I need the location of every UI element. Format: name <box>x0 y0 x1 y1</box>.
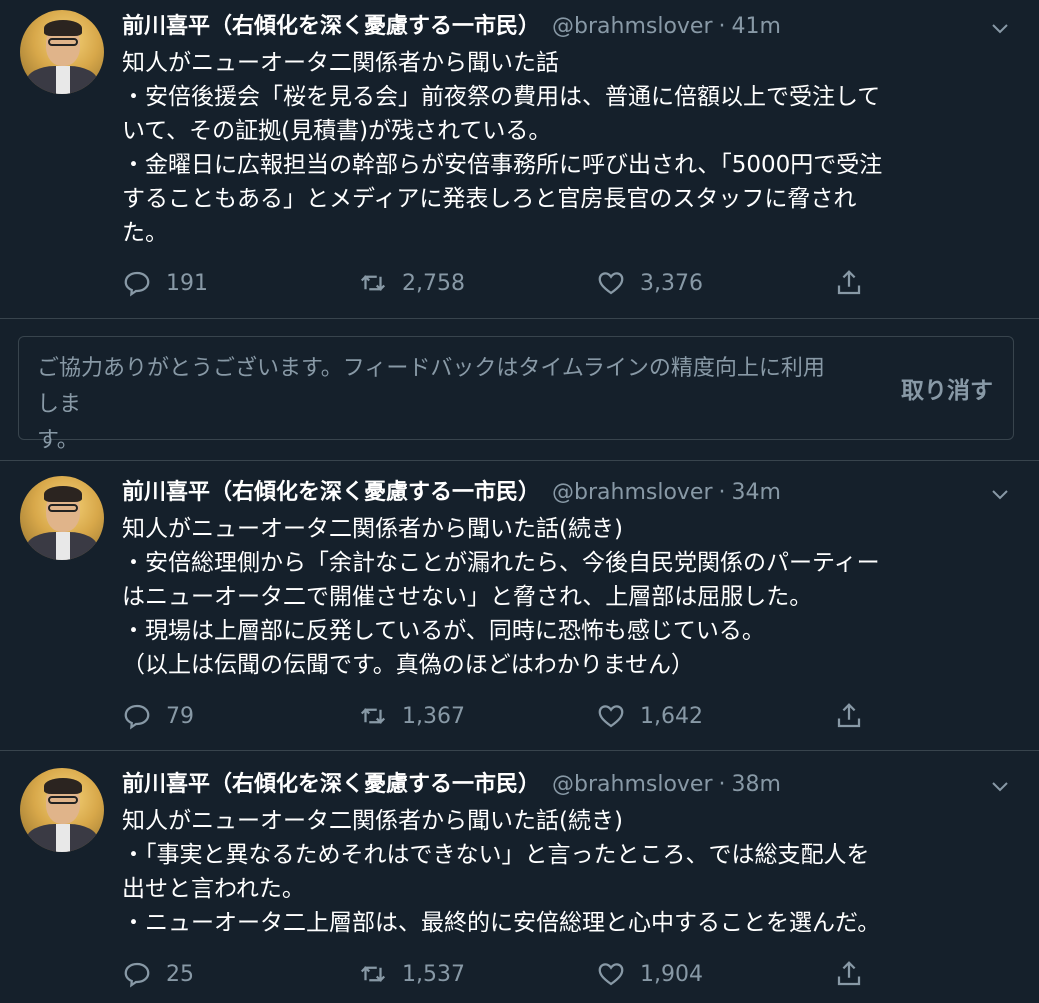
retweet-count: 2,758 <box>402 270 465 296</box>
tweet-text: 知人がニューオータ二関係者から聞いた話 ・安倍後援会「桜を見る会」前夜祭の費用は… <box>122 50 883 246</box>
avatar[interactable] <box>20 10 104 94</box>
chevron-down-icon[interactable] <box>988 774 1012 798</box>
author-name[interactable]: 前川喜平（右傾化を深く憂慮する一市民） <box>122 772 540 797</box>
retweet-count: 1,537 <box>402 961 465 987</box>
share-button[interactable] <box>834 696 878 736</box>
tweet-header: 前川喜平（右傾化を深く憂慮する一市民） @brahmslover · 38m <box>122 772 781 797</box>
avatar[interactable] <box>20 476 104 560</box>
chevron-down-icon[interactable] <box>988 16 1012 40</box>
retweet-button[interactable]: 1,537 <box>358 954 465 994</box>
chevron-down-icon[interactable] <box>988 482 1012 506</box>
retweet-icon <box>360 708 386 724</box>
timestamp[interactable]: 34m <box>732 480 781 505</box>
tweet[interactable]: 前川喜平（右傾化を深く憂慮する一市民） @brahmslover · 34m 知人がニ… <box>0 466 1039 750</box>
tweet-actions: 25 1,537 1,904 <box>122 954 882 994</box>
retweet-button[interactable]: 2,758 <box>358 263 465 303</box>
undo-button[interactable]: 取り消す <box>901 371 993 405</box>
reply-count: 191 <box>166 270 208 296</box>
author-handle[interactable]: @brahmslover <box>552 14 713 39</box>
author-handle[interactable]: @brahmslover <box>552 480 713 505</box>
tweet[interactable]: 前川喜平（右傾化を深く憂慮する一市民） @brahmslover · 41m 知人がニ… <box>0 0 1039 318</box>
reply-icon <box>124 271 150 297</box>
feedback-text: ご協力ありがとうございます。フィードバックはタイムラインの精度向上に利用しま す… <box>37 356 825 453</box>
tweet-actions: 79 1,367 1,642 <box>122 696 882 736</box>
reply-button[interactable]: 25 <box>122 954 194 994</box>
retweet-count: 1,367 <box>402 703 465 729</box>
reply-count: 79 <box>166 703 194 729</box>
like-icon <box>598 272 624 295</box>
like-icon <box>598 705 624 728</box>
reply-icon <box>124 962 150 988</box>
share-icon <box>837 703 861 728</box>
reply-button[interactable]: 191 <box>122 263 208 303</box>
feedback-notice: ご協力ありがとうございます。フィードバックはタイムラインの精度向上に利用しま す… <box>18 336 1014 453</box>
like-button[interactable]: 1,642 <box>596 696 703 736</box>
share-button[interactable] <box>834 263 878 303</box>
like-count: 1,642 <box>640 703 703 729</box>
tweet-text: 知人がニューオータ二関係者から聞いた話(続き) ・安倍総理側から「余計なことが漏… <box>122 516 880 678</box>
divider <box>0 750 1039 751</box>
author-handle[interactable]: @brahmslover <box>552 772 713 797</box>
author-name[interactable]: 前川喜平（右傾化を深く憂慮する一市民） <box>122 14 540 39</box>
like-count: 1,904 <box>640 961 703 987</box>
retweet-button[interactable]: 1,367 <box>358 696 465 736</box>
retweet-icon <box>360 966 386 982</box>
divider <box>0 318 1039 319</box>
share-button[interactable] <box>834 954 878 994</box>
tweet[interactable]: 前川喜平（右傾化を深く憂慮する一市民） @brahmslover · 38m 知人がニ… <box>0 758 1039 1003</box>
divider <box>0 460 1039 461</box>
like-icon <box>598 963 624 986</box>
like-count: 3,376 <box>640 270 703 296</box>
timestamp[interactable]: 41m <box>732 14 781 39</box>
avatar[interactable] <box>20 768 104 852</box>
share-icon <box>837 961 861 986</box>
tweet-text: 知人がニューオータ二関係者から聞いた話(続き) ・「事実と異なるためそれはできな… <box>122 808 881 936</box>
author-name[interactable]: 前川喜平（右傾化を深く憂慮する一市民） <box>122 480 540 505</box>
tweet-header: 前川喜平（右傾化を深く憂慮する一市民） @brahmslover · 34m <box>122 480 781 505</box>
tweet-header: 前川喜平（右傾化を深く憂慮する一市民） @brahmslover · 41m <box>122 14 781 39</box>
retweet-icon <box>360 275 386 291</box>
reply-count: 25 <box>166 961 194 987</box>
like-button[interactable]: 3,376 <box>596 263 703 303</box>
timestamp[interactable]: 38m <box>732 772 781 797</box>
like-button[interactable]: 1,904 <box>596 954 703 994</box>
reply-icon <box>124 704 150 730</box>
reply-button[interactable]: 79 <box>122 696 194 736</box>
share-icon <box>837 270 861 295</box>
tweet-actions: 191 2,758 3,376 <box>122 263 882 303</box>
